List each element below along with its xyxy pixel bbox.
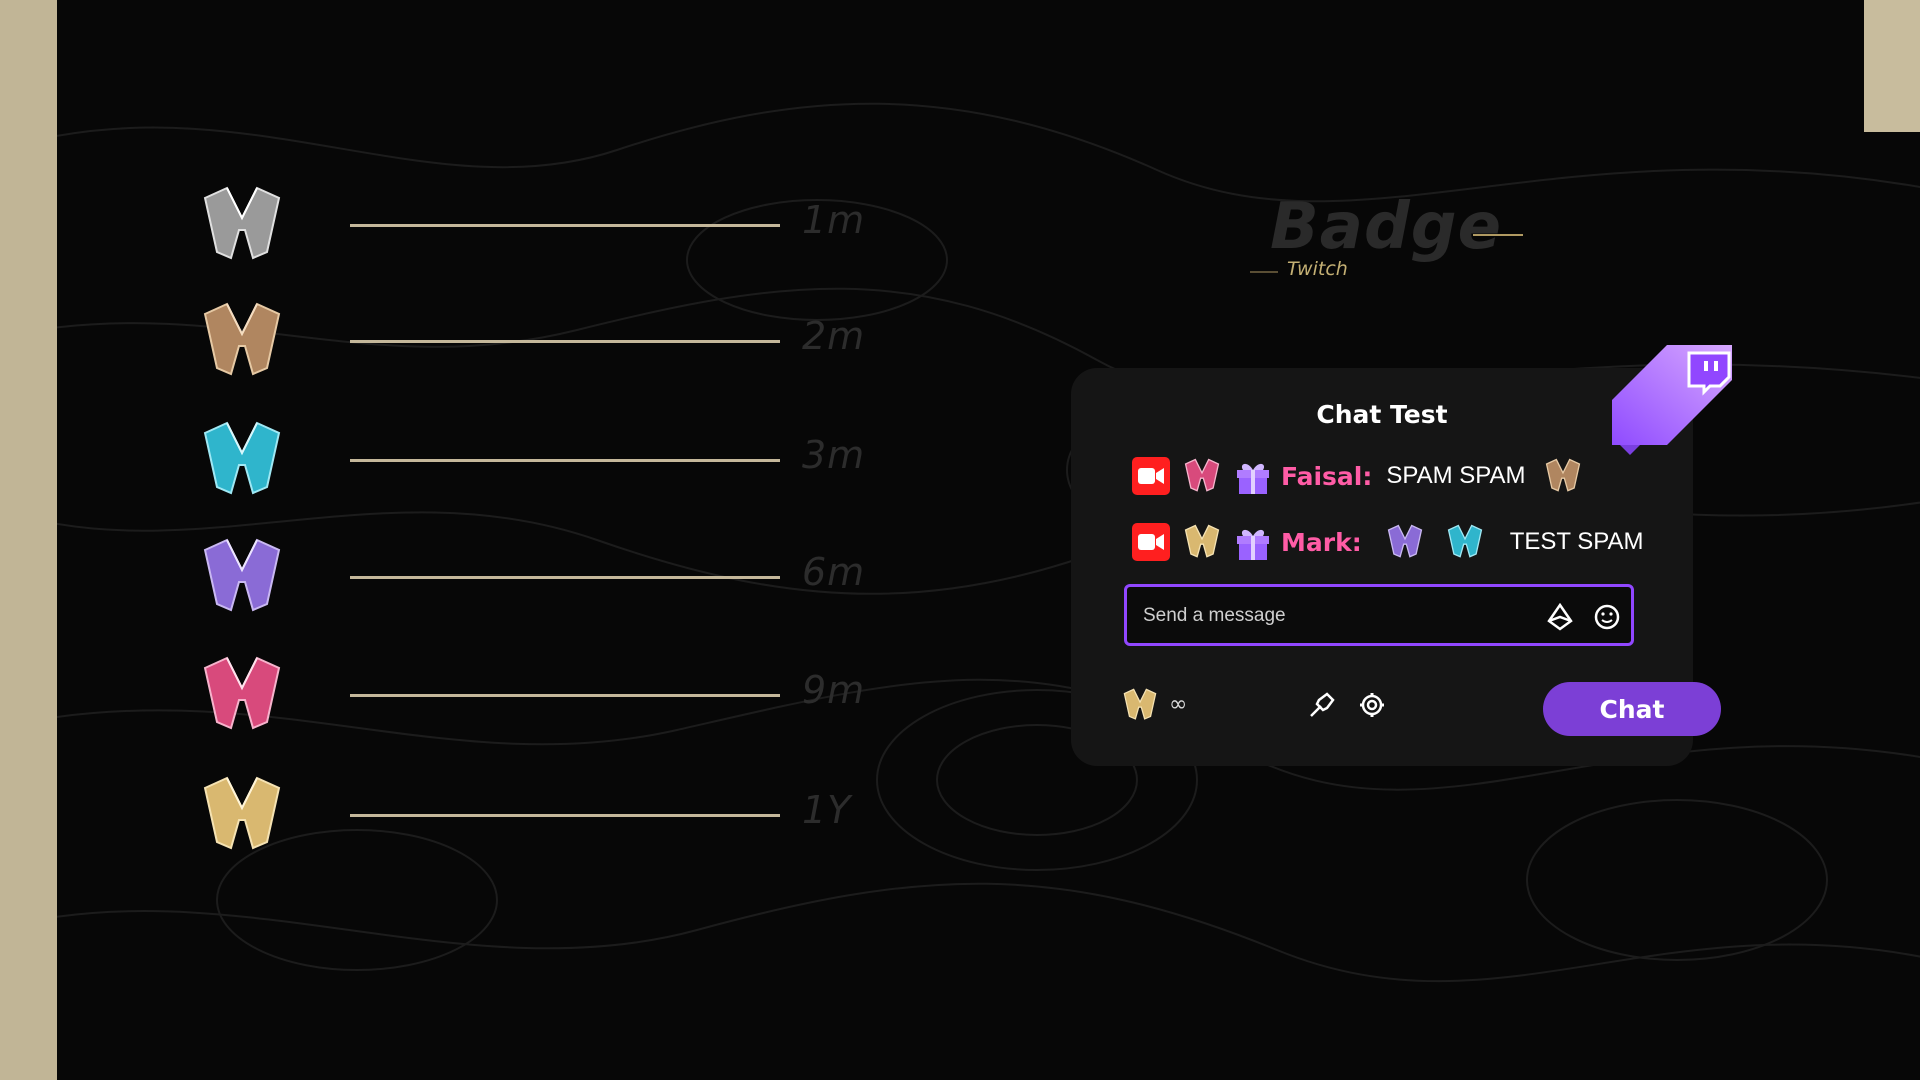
tier-row: 2m — [137, 296, 937, 386]
tier-rule — [350, 814, 780, 817]
tier-rule — [350, 694, 780, 697]
message-input-box — [1124, 584, 1634, 646]
tier-rule — [350, 459, 780, 462]
subtitle-rule — [1250, 271, 1278, 273]
pink-badge-icon — [1184, 458, 1220, 492]
purple-badge-icon — [203, 538, 281, 612]
purple-badge-icon — [1387, 524, 1422, 558]
pink-badge-icon — [203, 656, 281, 730]
title-rule — [1473, 234, 1523, 236]
chat-username[interactable]: Faisal: — [1281, 462, 1372, 491]
bronze-badge-icon — [1545, 458, 1580, 492]
channel-points-icon[interactable] — [1118, 686, 1162, 724]
tier-duration: 1Y — [802, 788, 852, 832]
gold-badge-icon — [1184, 524, 1220, 558]
chat-username[interactable]: Mark: — [1281, 528, 1362, 557]
settings-gear-icon[interactable] — [1357, 690, 1387, 720]
gift-icon — [1237, 529, 1269, 560]
chat-message-text: TEST SPAM — [1509, 528, 1644, 555]
bronze-badge-icon — [203, 302, 281, 376]
chat-send-button[interactable]: Chat — [1543, 682, 1721, 736]
tier-duration: 2m — [802, 314, 866, 358]
tier-row: 3m — [137, 415, 937, 505]
emote-icon[interactable] — [1593, 603, 1621, 631]
pin-icon[interactable] — [1307, 690, 1337, 720]
tier-rule — [350, 576, 780, 579]
cyan-badge-icon — [1447, 524, 1482, 558]
tier-row: 6m — [137, 532, 937, 622]
chat-message-text: SPAM SPAM — [1386, 462, 1526, 489]
page-subtitle: Twitch — [1287, 258, 1348, 280]
points-value: ∞ — [1169, 692, 1188, 717]
silver-badge-icon — [203, 186, 281, 260]
message-input[interactable] — [1141, 599, 1535, 633]
tier-duration: 6m — [802, 550, 866, 594]
tier-duration: 9m — [802, 668, 866, 712]
tier-rule — [350, 340, 780, 343]
tier-rule — [350, 224, 780, 227]
gold-badge-icon — [203, 776, 281, 850]
twitch-logo-icon — [1612, 345, 1732, 455]
tier-duration: 1m — [802, 198, 866, 242]
tier-row: 1Y — [137, 770, 937, 860]
tier-row: 9m — [137, 650, 937, 740]
corner-block — [1864, 0, 1920, 132]
camera-icon — [1132, 457, 1170, 495]
camera-icon — [1132, 523, 1170, 561]
chat-panel: Chat Test Faisal: SPAM SPAM Mark: TEST S… — [1071, 368, 1721, 766]
gift-icon — [1237, 463, 1269, 494]
tier-duration: 3m — [802, 433, 866, 477]
chat-message: Mark: TEST SPAM — [1131, 520, 1658, 564]
page-title: Badge — [1270, 190, 1502, 264]
tier-row: 1m — [137, 180, 937, 270]
bits-icon[interactable] — [1547, 603, 1573, 631]
cyan-badge-icon — [203, 421, 281, 495]
chat-message: Faisal: SPAM SPAM — [1131, 454, 1594, 498]
chat-title: Chat Test — [1316, 400, 1448, 429]
